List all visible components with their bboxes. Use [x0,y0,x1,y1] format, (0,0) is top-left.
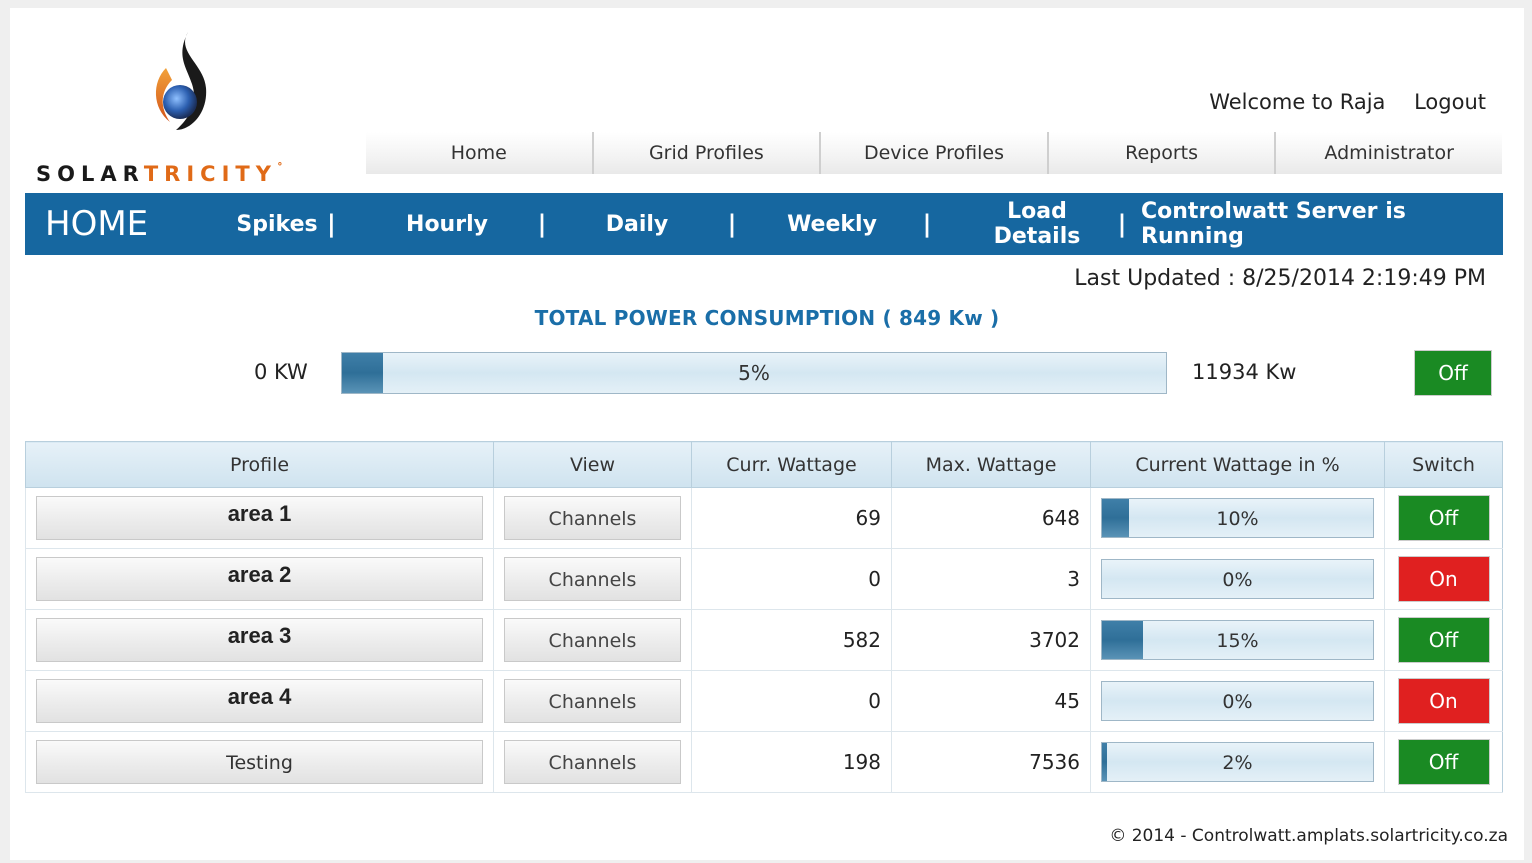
total-min-label: 0 KW [254,360,308,384]
wattage-progress-bar: 15% [1101,620,1374,660]
wattage-progress-bar: 2% [1101,742,1374,782]
hourly-link[interactable]: Hourly [397,212,497,237]
wattage-progress-bar: 0% [1101,559,1374,599]
table-row: area 4 Channels 0 45 0% On [25,670,1503,732]
tab-reports[interactable]: Reports [1049,132,1277,174]
nav-separator: | [922,210,932,238]
max-wattage: 45 [891,670,1091,732]
tab-device-profiles[interactable]: Device Profiles [821,132,1049,174]
max-wattage: 3702 [891,609,1091,671]
daily-link[interactable]: Daily [587,212,687,237]
table-row: area 3 Channels 582 3702 15% Off [25,609,1503,671]
server-status: Controlwatt Server is Running [1141,199,1406,249]
nav-separator: | [727,210,737,238]
curr-wattage: 582 [691,609,892,671]
welcome-area: Welcome to Raja Logout [1209,90,1486,114]
profile-button[interactable]: area 1 [36,496,483,540]
total-max-label: 11934 Kw [1192,360,1297,384]
logo: SOLARTRICITY˚ [36,30,336,186]
progress-label: 5% [738,361,770,385]
footer-copyright: © 2014 - Controlwatt.amplats.solartricit… [1109,826,1508,846]
progress-label: 2% [1222,752,1253,774]
progress-label: 0% [1222,691,1253,713]
welcome-text: Welcome to Raja [1209,90,1386,114]
switch-button[interactable]: Off [1397,495,1490,541]
max-wattage: 3 [891,548,1091,610]
last-updated: Last Updated : 8/25/2014 2:19:49 PM [1074,266,1486,291]
switch-button[interactable]: On [1397,556,1490,602]
switch-button[interactable]: Off [1397,739,1490,785]
curr-wattage: 198 [691,731,892,793]
wattage-progress-bar: 10% [1101,498,1374,538]
sub-nav: HOME Spikes | Hourly | Daily | Weekly | … [25,193,1503,255]
flame-icon [155,32,207,130]
progress-label: 15% [1216,630,1259,652]
curr-wattage: 0 [691,548,892,610]
table-header-row: Profile View Curr. Wattage Max. Wattage … [25,441,1503,488]
max-wattage: 648 [891,487,1091,549]
col-curr-wattage: Curr. Wattage [691,441,892,488]
col-percent: Current Wattage in % [1090,441,1385,488]
col-profile: Profile [25,441,494,488]
channels-button[interactable]: Channels [504,618,681,662]
channels-button[interactable]: Channels [504,557,681,601]
spikes-link[interactable]: Spikes [227,212,327,237]
col-view: View [493,441,692,488]
col-max-wattage: Max. Wattage [891,441,1091,488]
page-title: HOME [45,204,149,244]
tab-administrator[interactable]: Administrator [1276,132,1502,174]
curr-wattage: 69 [691,487,892,549]
page: SOLARTRICITY˚ Welcome to Raja Logout Hom… [10,8,1524,860]
progress-label: 10% [1216,508,1259,530]
weekly-link[interactable]: Weekly [777,212,887,237]
switch-button[interactable]: On [1397,678,1490,724]
nav-separator: | [1117,210,1127,238]
table-row: Testing Channels 198 7536 2% Off [25,731,1503,793]
progress-label: 0% [1222,569,1253,591]
tab-home[interactable]: Home [366,132,594,174]
profile-button[interactable]: area 3 [36,618,483,662]
tab-grid-profiles[interactable]: Grid Profiles [594,132,822,174]
wattage-progress-bar: 0% [1101,681,1374,721]
col-switch: Switch [1384,441,1503,488]
profiles-table: Profile View Curr. Wattage Max. Wattage … [25,441,1503,793]
nav-separator: | [537,210,547,238]
channels-button[interactable]: Channels [504,679,681,723]
total-progress-bar: 5% [341,352,1167,394]
channels-button[interactable]: Channels [504,740,681,784]
brand-name: SOLARTRICITY˚ [36,162,289,186]
table-row: area 1 Channels 69 648 10% Off [25,487,1503,549]
profile-button[interactable]: area 2 [36,557,483,601]
table-row: area 2 Channels 0 3 0% On [25,548,1503,610]
load-details-link[interactable]: Load Details [967,199,1107,249]
profile-button[interactable]: area 4 [36,679,483,723]
max-wattage: 7536 [891,731,1091,793]
logout-link[interactable]: Logout [1414,90,1486,114]
total-power-title: TOTAL POWER CONSUMPTION ( 849 Kw ) [534,306,1000,330]
switch-button[interactable]: Off [1397,617,1490,663]
channels-button[interactable]: Channels [504,496,681,540]
top-nav: Home Grid Profiles Device Profiles Repor… [366,132,1502,174]
curr-wattage: 0 [691,670,892,732]
profile-button[interactable]: Testing [36,740,483,784]
total-switch-button[interactable]: Off [1414,350,1492,396]
